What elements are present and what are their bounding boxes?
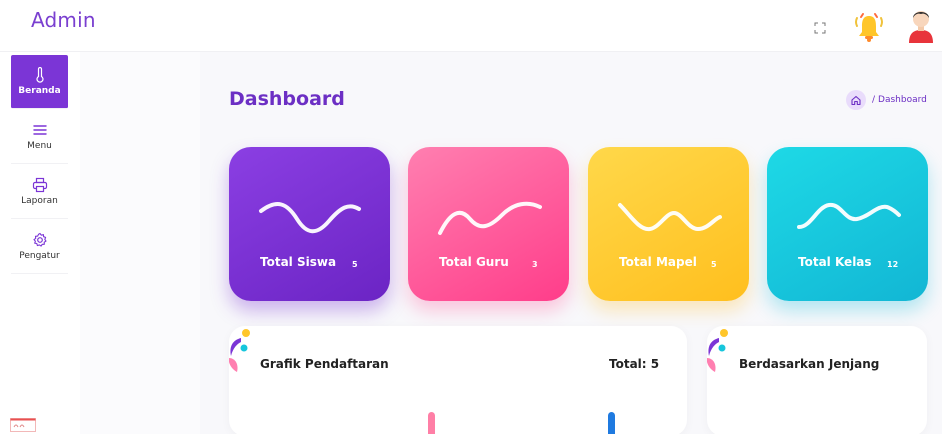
stat-label: Total Guru bbox=[439, 255, 509, 269]
sidebar-item-laporan[interactable]: Laporan bbox=[11, 165, 68, 219]
breadcrumb-current: Dashboard bbox=[878, 95, 927, 105]
panel-title: Grafik Pendaftaran bbox=[260, 357, 389, 371]
user-avatar[interactable] bbox=[906, 5, 936, 43]
stat-card-siswa[interactable]: Total Siswa 5 bbox=[229, 147, 390, 301]
stat-count: 5 bbox=[352, 260, 358, 269]
gear-icon bbox=[32, 232, 47, 247]
top-bar: Admin bbox=[0, 0, 942, 52]
stat-label: Total Siswa bbox=[260, 255, 337, 269]
registration-chart-panel: Grafik Pendaftaran Total: 5 bbox=[229, 326, 687, 434]
thermometer-icon bbox=[35, 67, 44, 83]
chart-bar bbox=[428, 412, 435, 434]
wave-icon bbox=[797, 202, 901, 229]
breadcrumb: / Dashboard bbox=[846, 90, 927, 110]
stat-count: 3 bbox=[532, 260, 538, 269]
stat-count: 5 bbox=[711, 260, 717, 269]
wave-icon bbox=[438, 201, 542, 235]
breadcrumb-separator: / bbox=[872, 95, 876, 105]
stat-card-guru[interactable]: Total Guru 3 bbox=[408, 147, 569, 301]
stat-count: 12 bbox=[887, 260, 899, 269]
chart-bar bbox=[608, 412, 615, 434]
sidebar-item-label: Laporan bbox=[21, 196, 58, 206]
wave-icon bbox=[259, 202, 361, 234]
hamburger-icon bbox=[32, 125, 47, 135]
stat-label: Total Kelas bbox=[798, 255, 872, 269]
stat-label: Total Mapel bbox=[619, 255, 697, 269]
sidebar: Beranda Menu Laporan Pengatur bbox=[0, 52, 80, 434]
sidebar-item-pengatur[interactable]: Pengatur bbox=[11, 220, 68, 274]
sidebar-item-label: Pengatur bbox=[19, 251, 60, 261]
stat-card-kelas[interactable]: Total Kelas 12 bbox=[767, 147, 928, 301]
printer-icon bbox=[32, 177, 47, 193]
sidebar-item-label: Menu bbox=[27, 141, 52, 151]
sidebar-item-menu[interactable]: Menu bbox=[11, 110, 68, 164]
sidebar-item-beranda[interactable]: Beranda bbox=[11, 55, 68, 109]
page-title: Dashboard bbox=[229, 88, 345, 110]
sidebar-item-label: Beranda bbox=[18, 86, 61, 96]
app-logo-icon bbox=[10, 418, 36, 432]
decoration-icon bbox=[707, 329, 728, 372]
level-panel: Berdasarkan Jenjang bbox=[707, 326, 927, 434]
wave-icon bbox=[618, 203, 722, 232]
decoration-icon bbox=[229, 329, 250, 372]
brand-title[interactable]: Admin bbox=[31, 8, 96, 32]
panel-title: Berdasarkan Jenjang bbox=[739, 357, 880, 371]
fullscreen-icon[interactable] bbox=[814, 22, 826, 34]
home-icon bbox=[851, 95, 861, 106]
bell-icon[interactable] bbox=[852, 10, 886, 44]
panel-total: Total: 5 bbox=[609, 357, 660, 371]
breadcrumb-home[interactable] bbox=[846, 90, 866, 110]
stat-card-mapel[interactable]: Total Mapel 5 bbox=[588, 147, 749, 301]
